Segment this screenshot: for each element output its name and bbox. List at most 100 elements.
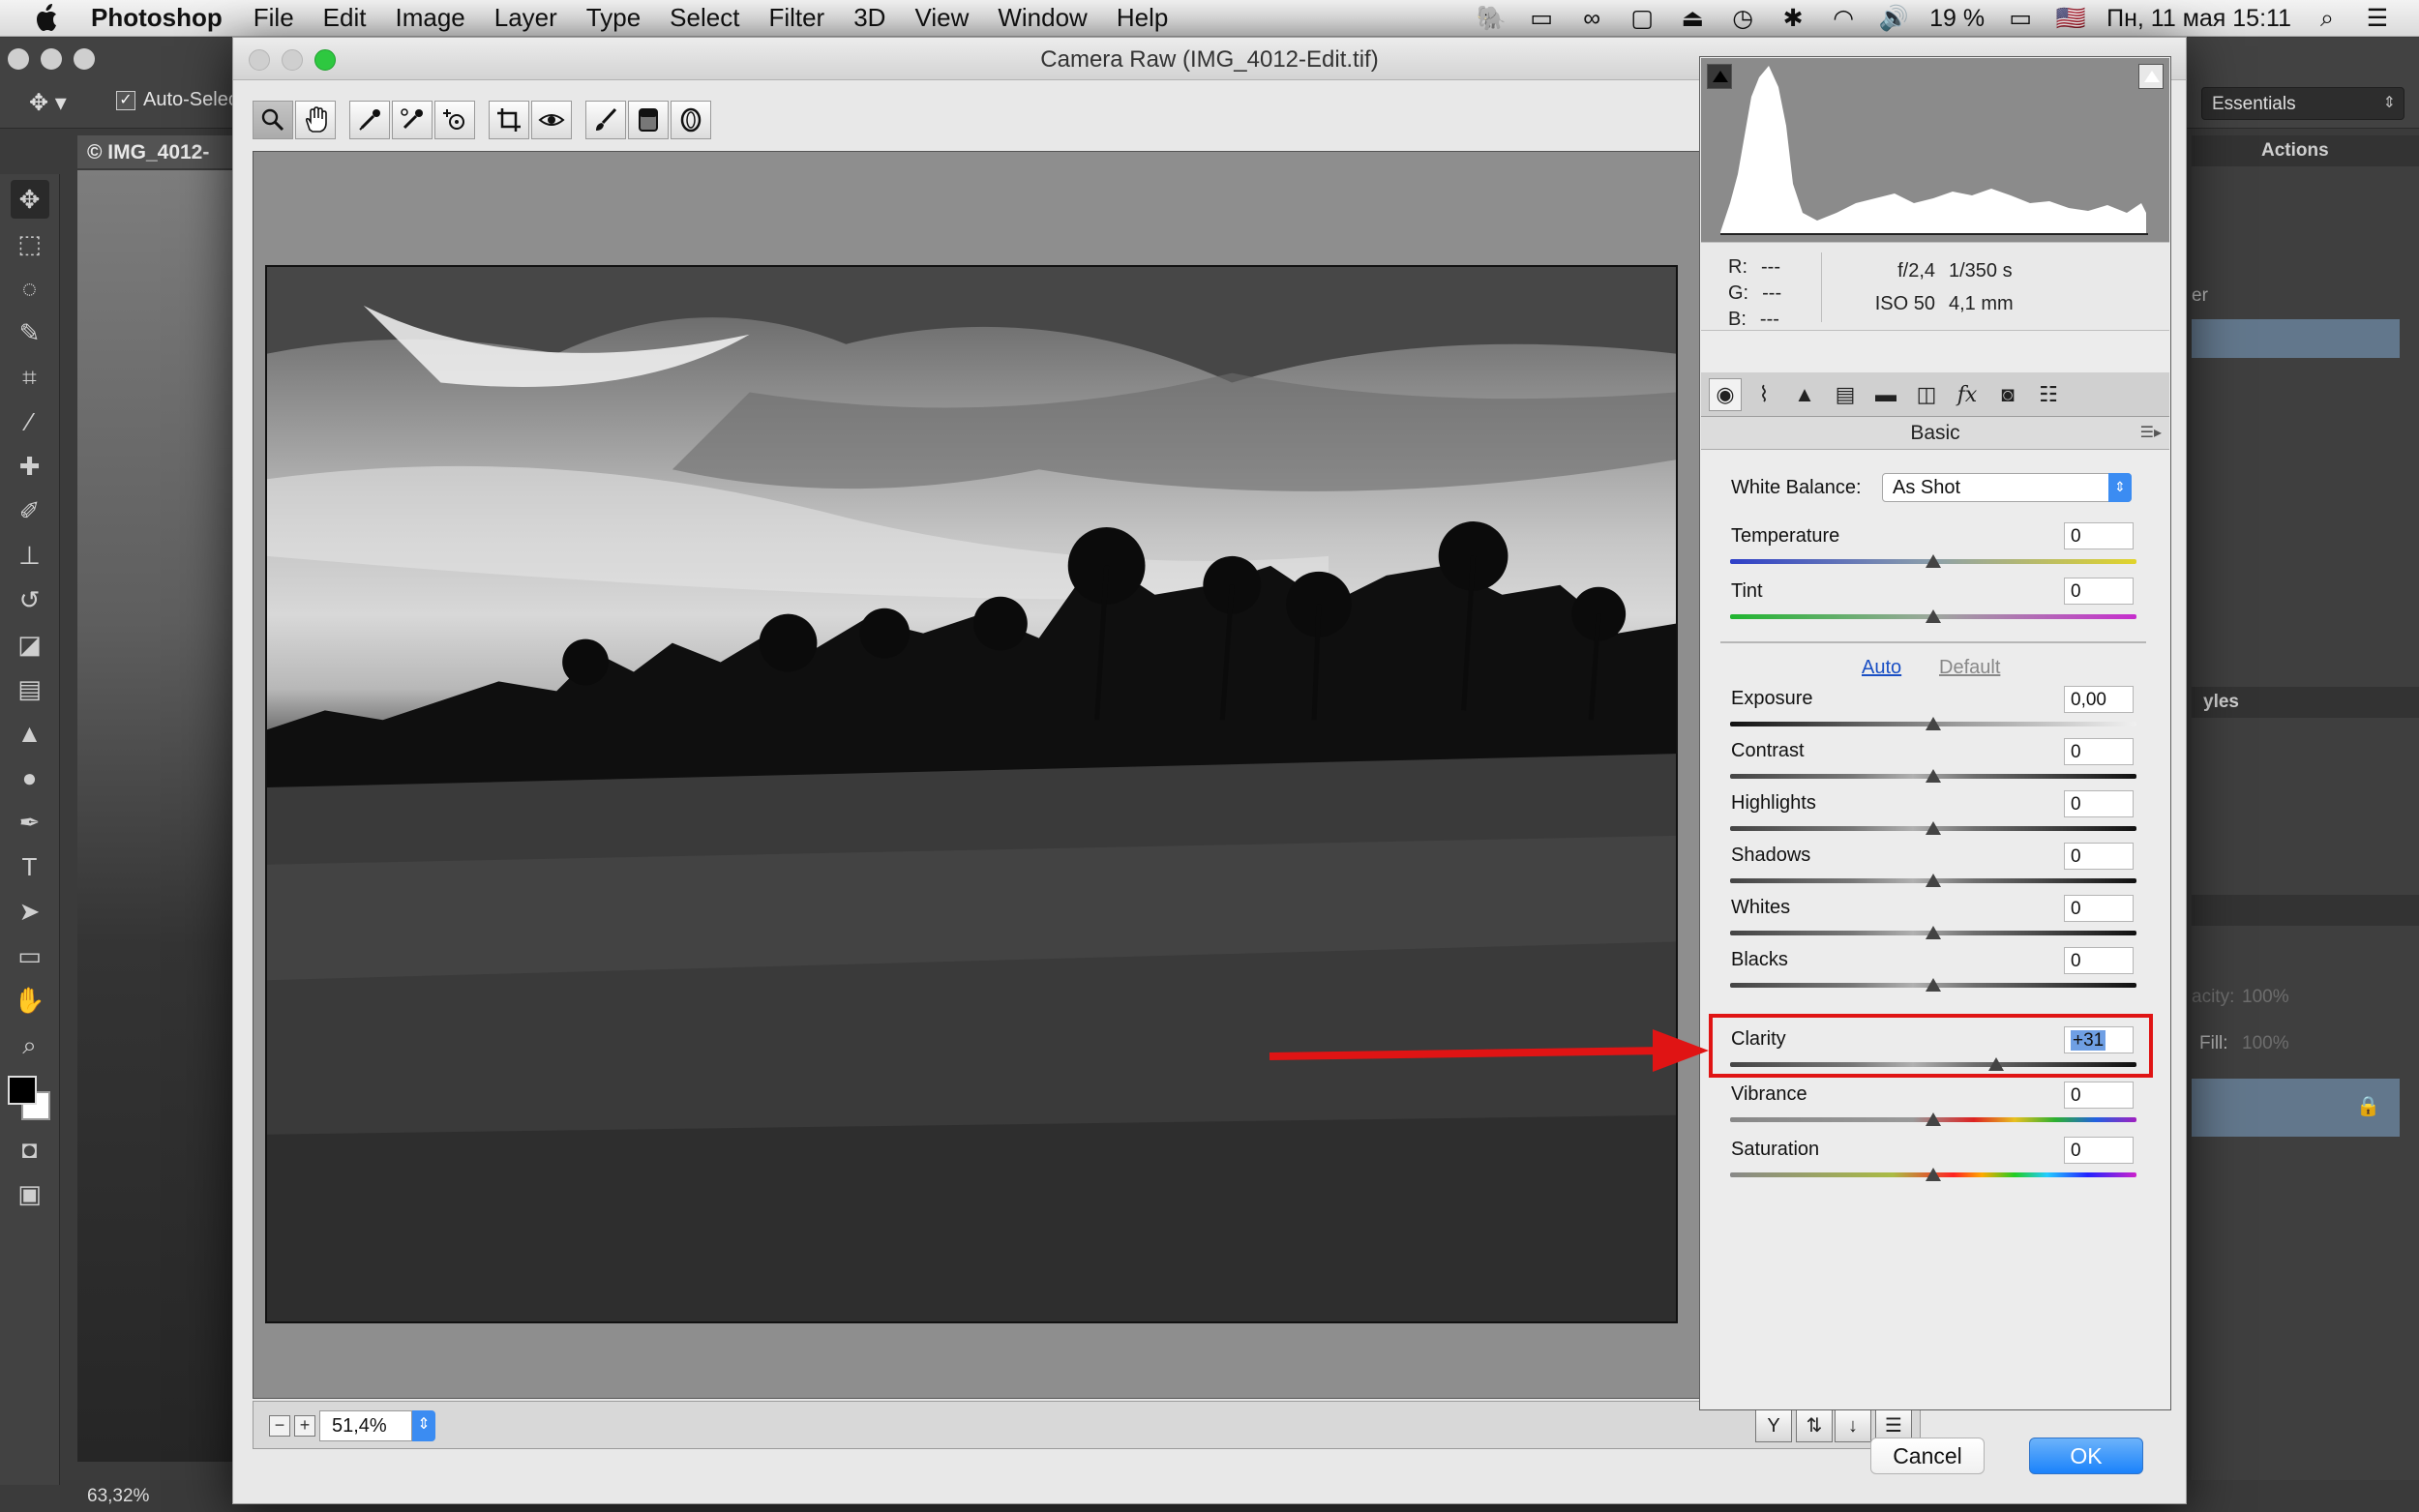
flag-us-icon[interactable]: 🇺🇸 — [2056, 5, 2086, 32]
detail-tab-icon[interactable]: ▲ — [1788, 378, 1821, 411]
menu-help[interactable]: Help — [1117, 3, 1168, 33]
clone-stamp-tool-icon[interactable]: ⊥ — [11, 536, 49, 575]
slider-thumb-contrast[interactable] — [1926, 769, 1941, 783]
zoom-level-field[interactable]: 51,4% — [319, 1410, 412, 1441]
slider-value-shadows[interactable]: 0 — [2064, 843, 2134, 870]
menu-app-name[interactable]: Photoshop — [91, 3, 223, 33]
battery-percent[interactable]: 19 % — [1929, 5, 1985, 33]
slider-value-exposure[interactable]: 0,00 — [2064, 686, 2134, 713]
white-balance-tool[interactable] — [349, 101, 390, 139]
eraser-tool-icon[interactable]: ◪ — [11, 625, 49, 664]
lens-corrections-tab-icon[interactable]: ◫ — [1910, 378, 1943, 411]
workspace-select[interactable]: Essentials — [2201, 87, 2404, 120]
auto-select-option[interactable]: ✓ Auto-Selec — [116, 89, 238, 111]
slider-value-contrast[interactable]: 0 — [2064, 738, 2134, 765]
copy-settings-button[interactable]: ↓ — [1835, 1409, 1871, 1442]
slider-thumb-blacks[interactable] — [1926, 978, 1941, 992]
menu-view[interactable]: View — [914, 3, 969, 33]
evernote-icon[interactable]: 🐘 — [1477, 5, 1507, 32]
auto-link[interactable]: Auto — [1862, 657, 1901, 679]
effects-tab-icon[interactable]: fx — [1951, 378, 1984, 411]
menu-3d[interactable]: 3D — [853, 3, 885, 33]
menu-file[interactable]: File — [254, 3, 294, 33]
window-icon[interactable]: ▢ — [1628, 5, 1657, 32]
cancel-button[interactable]: Cancel — [1870, 1438, 1985, 1474]
quick-select-tool-icon[interactable]: ✎ — [11, 313, 49, 352]
foreground-color-swatch[interactable] — [7, 1076, 37, 1105]
slider-thumb-temperature[interactable] — [1926, 554, 1941, 568]
tone-curve-tab-icon[interactable]: ⌇ — [1747, 378, 1780, 411]
ps-close-button[interactable] — [8, 48, 29, 70]
targeted-adjustment-tool[interactable] — [434, 101, 475, 139]
brush-tool-icon[interactable]: ✐ — [11, 491, 49, 530]
actions-tab[interactable]: Actions — [2261, 140, 2329, 161]
zoom-in-button[interactable]: + — [294, 1415, 315, 1437]
apple-icon[interactable] — [33, 3, 62, 34]
healing-brush-tool-icon[interactable]: ✚ — [11, 447, 49, 486]
move-tool-icon[interactable]: ✥ — [10, 180, 49, 219]
display-icon[interactable]: ▭ — [1527, 5, 1556, 32]
ps-zoom-level[interactable]: 63,32% — [87, 1486, 149, 1506]
preview-mode-button[interactable]: Y — [1755, 1409, 1792, 1442]
blur-tool-icon[interactable]: ▲ — [11, 714, 49, 753]
slider-thumb-exposure[interactable] — [1926, 717, 1941, 730]
hand-tool[interactable] — [295, 101, 336, 139]
auto-select-checkbox[interactable]: ✓ — [116, 90, 135, 110]
crop-tool-icon[interactable]: ⌗ — [11, 358, 49, 397]
zoom-tool[interactable] — [253, 101, 293, 139]
photo-preview[interactable] — [265, 265, 1678, 1323]
preview-area[interactable] — [253, 151, 1921, 1399]
slider-thumb-saturation[interactable] — [1926, 1168, 1941, 1181]
red-eye-tool[interactable] — [531, 101, 572, 139]
ps-zoom-button[interactable] — [74, 48, 95, 70]
swap-before-after-button[interactable]: ⇅ — [1796, 1409, 1833, 1442]
shadow-clipping-warning[interactable] — [1707, 64, 1732, 89]
selected-layer-row[interactable]: 🔒 — [2192, 1079, 2400, 1137]
menu-edit[interactable]: Edit — [323, 3, 367, 33]
dodge-tool-icon[interactable]: ● — [11, 758, 49, 797]
adjustment-brush-tool[interactable] — [585, 101, 626, 139]
slider-thumb-vibrance[interactable] — [1926, 1112, 1941, 1126]
camera-calibration-tab-icon[interactable]: ◙ — [1991, 378, 2024, 411]
split-toning-tab-icon[interactable]: ▬ — [1869, 378, 1902, 411]
airplay-icon[interactable]: ⏏ — [1678, 5, 1707, 32]
slider-thumb-shadows[interactable] — [1926, 874, 1941, 887]
menu-filter[interactable]: Filter — [768, 3, 824, 33]
fill-value[interactable]: 100% — [2242, 1033, 2289, 1054]
zoom-tool-icon[interactable]: ⌕ — [11, 1025, 49, 1064]
default-link[interactable]: Default — [1939, 657, 2000, 679]
path-select-tool-icon[interactable]: ➤ — [11, 892, 49, 931]
slider-thumb-tint[interactable] — [1926, 609, 1941, 623]
ps-minimize-button[interactable] — [41, 48, 62, 70]
slider-thumb-whites[interactable] — [1926, 926, 1941, 939]
type-tool-icon[interactable]: T — [11, 847, 49, 886]
spotlight-search-icon[interactable]: ⌕ — [2313, 5, 2342, 32]
selected-row[interactable] — [2192, 319, 2400, 358]
menu-window[interactable]: Window — [998, 3, 1087, 33]
crop-tool[interactable] — [489, 101, 529, 139]
slider-value-temperature[interactable]: 0 — [2064, 522, 2134, 549]
slider-value-blacks[interactable]: 0 — [2064, 947, 2134, 974]
marquee-tool-icon[interactable]: ⬚ — [11, 224, 49, 263]
rectangle-tool-icon[interactable]: ▭ — [11, 936, 49, 975]
move-tool-options-icon[interactable]: ✥ ▾ — [29, 89, 97, 118]
creative-cloud-icon[interactable]: ∞ — [1577, 5, 1606, 32]
slider-value-highlights[interactable]: 0 — [2064, 790, 2134, 817]
slider-value-tint[interactable]: 0 — [2064, 578, 2134, 605]
slider-value-saturation[interactable]: 0 — [2064, 1137, 2134, 1164]
battery-icon[interactable]: ▭ — [2006, 5, 2035, 32]
slider-value-vibrance[interactable]: 0 — [2064, 1082, 2134, 1109]
white-balance-select[interactable]: As Shot ⇕ — [1882, 473, 2132, 502]
color-swatches[interactable] — [6, 1074, 54, 1124]
hsl-tab-icon[interactable]: ▤ — [1829, 378, 1862, 411]
volume-icon[interactable]: 🔊 — [1879, 5, 1909, 32]
quick-mask-icon[interactable]: ◘ — [11, 1130, 49, 1169]
slider-value-whites[interactable]: 0 — [2064, 895, 2134, 922]
screen-mode-icon[interactable]: ▣ — [11, 1174, 49, 1213]
bluetooth-icon[interactable]: ✱ — [1778, 5, 1807, 32]
menu-select[interactable]: Select — [670, 3, 739, 33]
highlight-clipping-warning[interactable] — [2138, 64, 2164, 89]
menu-type[interactable]: Type — [586, 3, 641, 33]
hand-tool-icon[interactable]: ✋ — [11, 981, 49, 1020]
slider-thumb-highlights[interactable] — [1926, 821, 1941, 835]
